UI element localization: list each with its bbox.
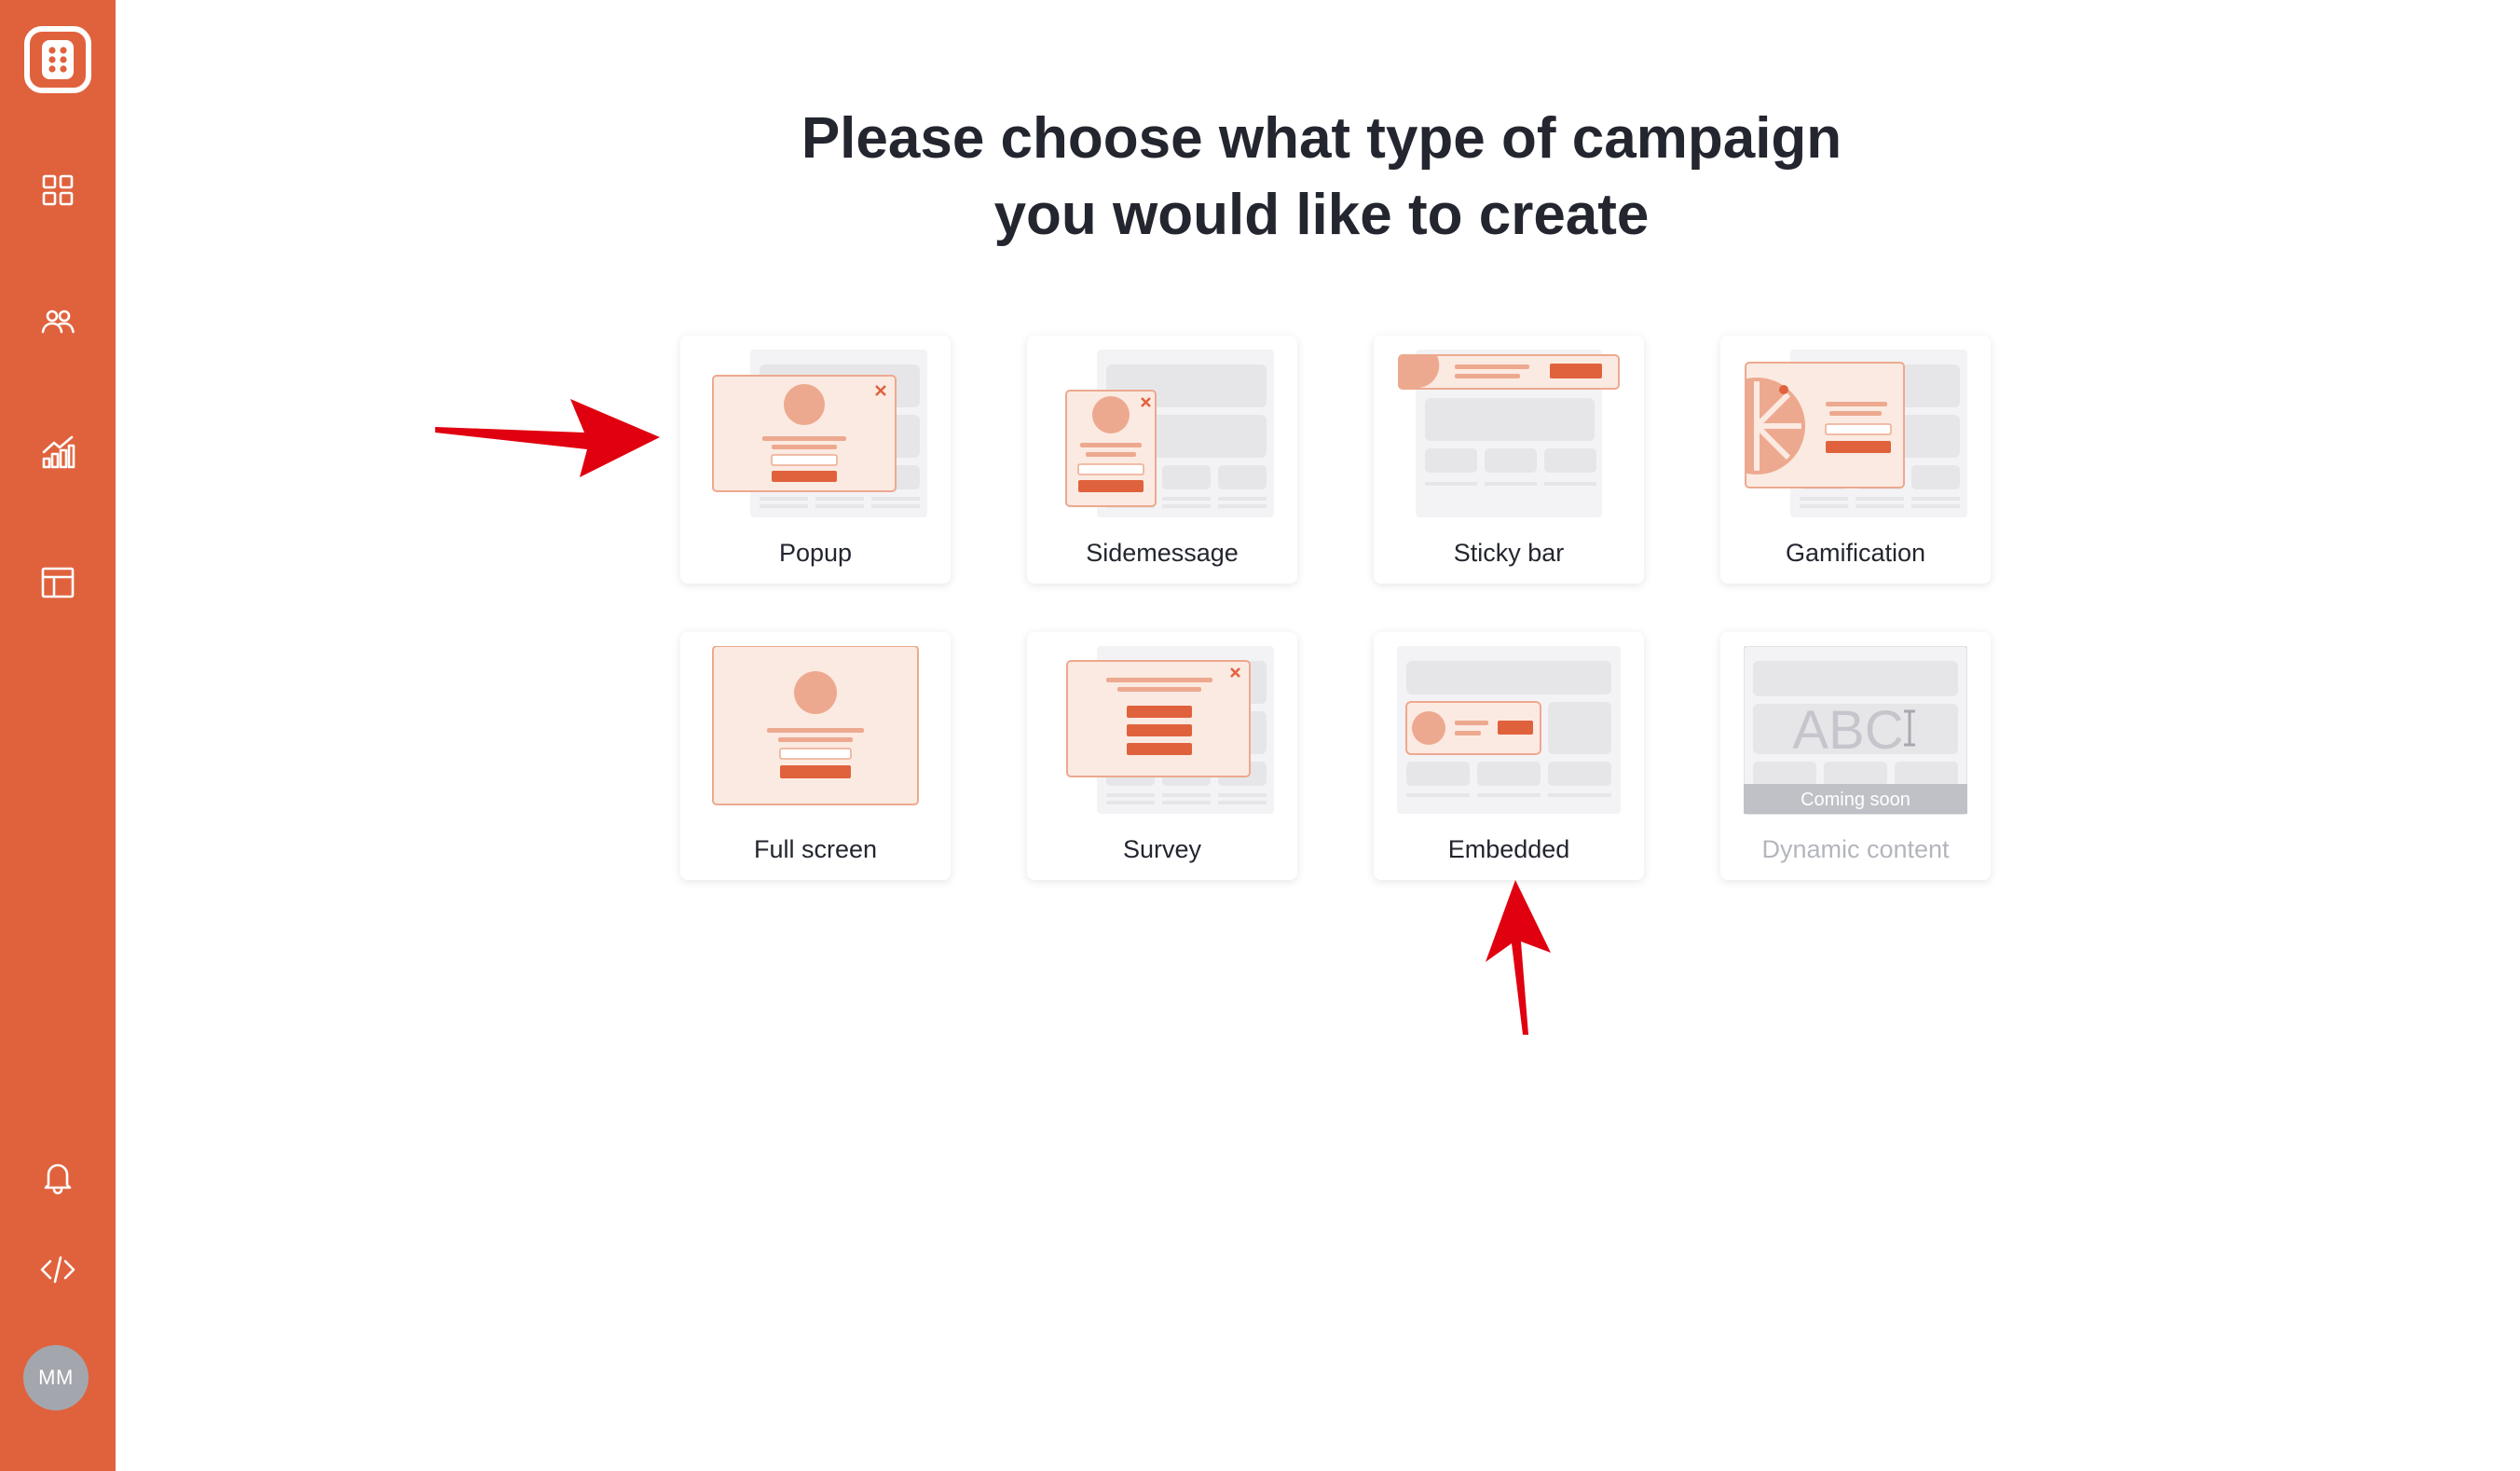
card-label: Popup (778, 539, 853, 567)
page-title-line-1: Please choose what type of campaign (801, 106, 1842, 171)
campaign-type-sticky-bar[interactable]: Sticky bar (1374, 336, 1644, 584)
sidebar-item-analytics[interactable] (24, 419, 91, 486)
campaign-type-popup[interactable]: Popup (680, 336, 951, 584)
sidebar: MM (0, 0, 116, 1471)
campaign-type-gamification[interactable]: Gamification (1720, 336, 1991, 584)
dashboard-icon (42, 174, 74, 206)
page-title: Please choose what type of campaign you … (652, 101, 1991, 254)
survey-preview-icon (1066, 646, 1274, 814)
embedded-preview-icon (1397, 646, 1621, 814)
campaign-type-sidemessage[interactable]: Sidemessage (1027, 336, 1297, 584)
annotation-arrow-up-icon (1486, 880, 1551, 1035)
preview-text: ABC (1792, 700, 1903, 761)
card-label: Embedded (1447, 835, 1570, 863)
layout-icon (41, 567, 75, 598)
avatar[interactable]: MM (23, 1345, 89, 1410)
full-screen-preview-icon (712, 646, 919, 805)
users-icon (41, 309, 75, 334)
sidebar-item-users[interactable] (24, 287, 91, 354)
bell-icon (44, 1163, 72, 1195)
avatar-initials: MM (38, 1366, 74, 1389)
annotation-arrow-right-icon (435, 399, 660, 477)
popup-preview-icon (712, 350, 927, 517)
notifications-button[interactable] (24, 1143, 91, 1210)
sidemessage-preview-icon (1065, 350, 1274, 517)
campaign-type-survey[interactable]: Survey (1027, 632, 1297, 880)
card-label: Dynamic content (1761, 835, 1950, 863)
card-label: Survey (1122, 835, 1202, 863)
gamification-preview-icon (1745, 350, 1967, 517)
sidebar-item-dashboard[interactable] (24, 157, 91, 224)
embed-code-button[interactable] (24, 1236, 91, 1303)
card-label: Gamification (1785, 539, 1926, 567)
card-label: Full screen (753, 835, 878, 863)
campaign-type-embedded[interactable]: Embedded (1374, 632, 1644, 880)
analytics-icon (42, 435, 75, 469)
coming-soon-badge: Coming soon (1801, 790, 1911, 810)
card-label: Sticky bar (1453, 539, 1565, 567)
sticky-bar-preview-icon (1398, 350, 1620, 517)
logo-button[interactable] (21, 22, 95, 97)
code-icon (40, 1256, 75, 1284)
campaign-type-full-screen[interactable]: Full screen (680, 632, 951, 880)
card-label: Sidemessage (1086, 539, 1239, 567)
dots-grid-logo-icon (24, 26, 91, 93)
page-title-line-2: you would like to create (993, 183, 1650, 247)
sidebar-item-templates[interactable] (24, 549, 91, 616)
dynamic-content-preview-icon: ABC Coming soon (1744, 646, 1967, 815)
campaign-type-dynamic-content: ABC Coming soon Dynamic content (1720, 632, 1991, 880)
